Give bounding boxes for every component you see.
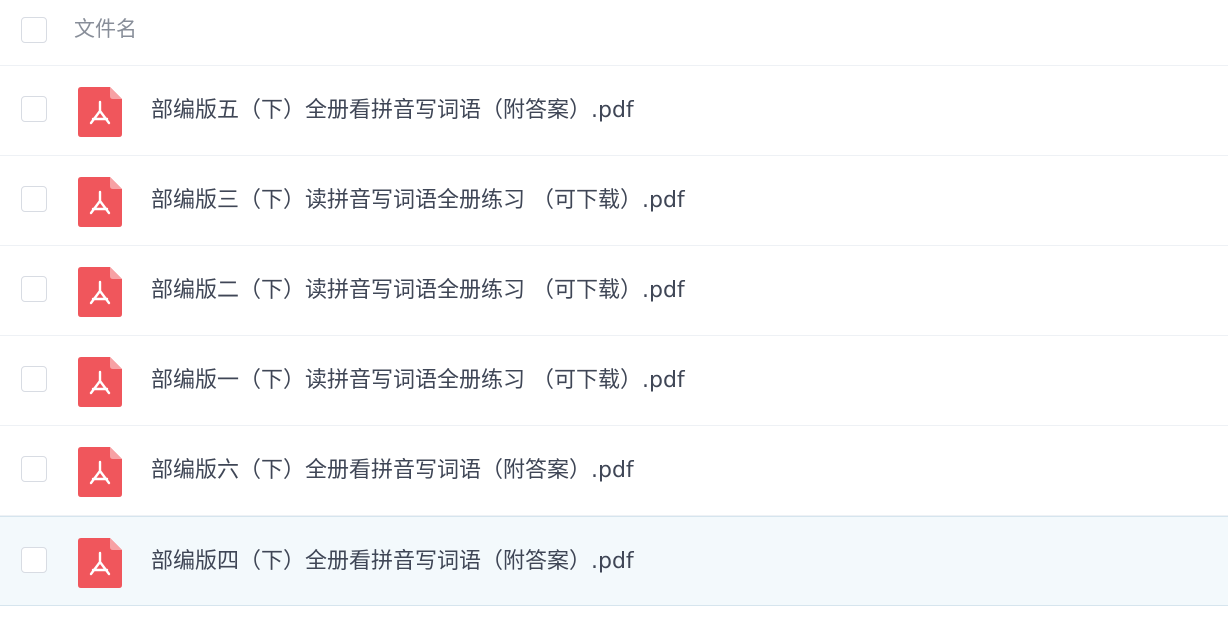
row-checkbox[interactable]	[21, 186, 47, 212]
select-all-checkbox[interactable]	[21, 17, 47, 43]
file-name[interactable]: 部编版三（下）读拼音写词语全册练习 （可下载）.pdf	[151, 186, 685, 216]
pdf-file-icon[interactable]	[78, 447, 122, 497]
file-row[interactable]: 部编版二（下）读拼音写词语全册练习 （可下载）.pdf	[0, 246, 1228, 336]
pdf-file-icon[interactable]	[78, 357, 122, 407]
pdf-file-icon[interactable]	[78, 177, 122, 227]
file-name[interactable]: 部编版五（下）全册看拼音写词语（附答案）.pdf	[151, 96, 634, 126]
file-row[interactable]: 部编版六（下）全册看拼音写词语（附答案）.pdf	[0, 426, 1228, 516]
row-checkbox[interactable]	[21, 96, 47, 122]
file-row[interactable]: 部编版三（下）读拼音写词语全册练习 （可下载）.pdf	[0, 156, 1228, 246]
row-checkbox[interactable]	[21, 456, 47, 482]
row-checkbox[interactable]	[21, 276, 47, 302]
file-name[interactable]: 部编版四（下）全册看拼音写词语（附答案）.pdf	[151, 547, 634, 577]
file-row[interactable]: 部编版五（下）全册看拼音写词语（附答案）.pdf	[0, 66, 1228, 156]
row-checkbox[interactable]	[21, 366, 47, 392]
file-row-hovered[interactable]: 部编版四（下）全册看拼音写词语（附答案）.pdf	[0, 516, 1228, 606]
file-rows: 部编版五（下）全册看拼音写词语（附答案）.pdf 部编版三（下）读拼音写词语全册…	[0, 66, 1228, 606]
file-name[interactable]: 部编版二（下）读拼音写词语全册练习 （可下载）.pdf	[151, 276, 685, 306]
file-list-header: 文件名	[0, 0, 1228, 66]
row-checkbox[interactable]	[21, 547, 47, 573]
file-row[interactable]: 部编版一（下）读拼音写词语全册练习 （可下载）.pdf	[0, 336, 1228, 426]
pdf-file-icon[interactable]	[78, 87, 122, 137]
file-name[interactable]: 部编版一（下）读拼音写词语全册练习 （可下载）.pdf	[151, 366, 685, 396]
pdf-file-icon[interactable]	[78, 267, 122, 317]
file-list: 文件名 部编版五（下）全册看拼音写词语（附答案）.pdf 部编版三（下）读拼音写…	[0, 0, 1228, 632]
pdf-file-icon[interactable]	[78, 538, 122, 588]
column-header-filename[interactable]: 文件名	[74, 16, 137, 42]
file-name[interactable]: 部编版六（下）全册看拼音写词语（附答案）.pdf	[151, 456, 634, 486]
